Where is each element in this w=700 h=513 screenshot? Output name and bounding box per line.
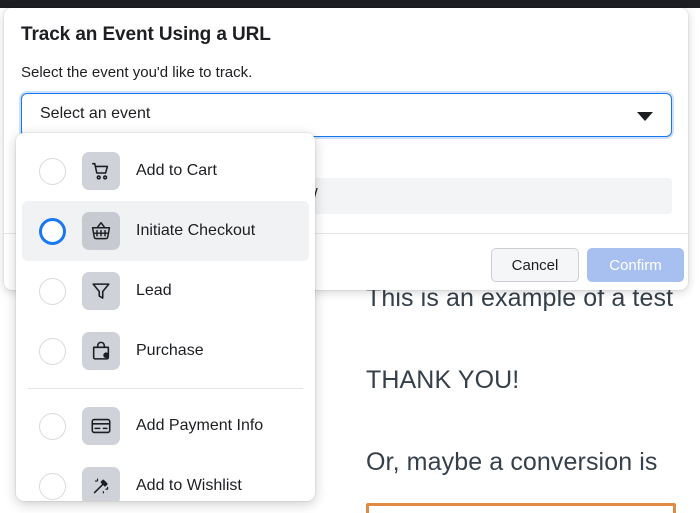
dropdown-option-label: Initiate Checkout [136, 222, 256, 239]
dropdown-option-label: Lead [136, 282, 172, 299]
dropdown-option-label: Add to Wishlist [136, 477, 242, 494]
cancel-button[interactable]: Cancel [491, 248, 579, 282]
dropdown-option-label: Add to Cart [136, 162, 217, 179]
magic-wand-icon [82, 467, 120, 501]
page-highlight-box [366, 503, 676, 513]
radio-button[interactable] [39, 337, 66, 365]
confirm-button[interactable]: Confirm [587, 248, 684, 282]
chevron-down-icon [637, 112, 653, 121]
dropdown-option-initiate-checkout[interactable]: Initiate Checkout [22, 201, 309, 261]
dropdown-option-add-payment-info[interactable]: Add Payment Info [22, 396, 309, 456]
radio-button[interactable] [39, 472, 66, 500]
shopping-bag-icon [82, 332, 120, 370]
credit-card-icon [82, 407, 120, 445]
shopping-cart-icon [82, 152, 120, 190]
browser-top-strip [0, 0, 700, 8]
dropdown-separator [28, 388, 303, 389]
dialog-title: Track an Event Using a URL [21, 24, 271, 45]
dropdown-option-label: Purchase [136, 342, 204, 359]
funnel-icon [82, 272, 120, 310]
event-dropdown-menu[interactable]: Add to Cart Initiate Checkout Lead Purchase… [16, 133, 315, 501]
radio-button[interactable] [39, 217, 66, 245]
page-text-line-3: Or, maybe a conversion is [366, 448, 658, 476]
page-text-line-2: THANK YOU! [366, 366, 520, 394]
event-select[interactable]: Select an event [21, 93, 672, 137]
dropdown-option-purchase[interactable]: Purchase [22, 321, 309, 381]
dropdown-option-label: Add Payment Info [136, 417, 264, 434]
dropdown-option-add-to-wishlist[interactable]: Add to Wishlist [22, 456, 309, 501]
screen: This is an example of a test THANK YOU! … [0, 0, 700, 513]
dialog-subtitle: Select the event you'd like to track. [21, 64, 253, 81]
event-select-value: Select an event [40, 105, 151, 122]
radio-button[interactable] [39, 157, 66, 185]
radio-button[interactable] [39, 412, 66, 440]
dropdown-option-add-to-cart[interactable]: Add to Cart [22, 141, 309, 201]
shopping-basket-icon [82, 212, 120, 250]
dropdown-option-lead[interactable]: Lead [22, 261, 309, 321]
radio-button[interactable] [39, 277, 66, 305]
